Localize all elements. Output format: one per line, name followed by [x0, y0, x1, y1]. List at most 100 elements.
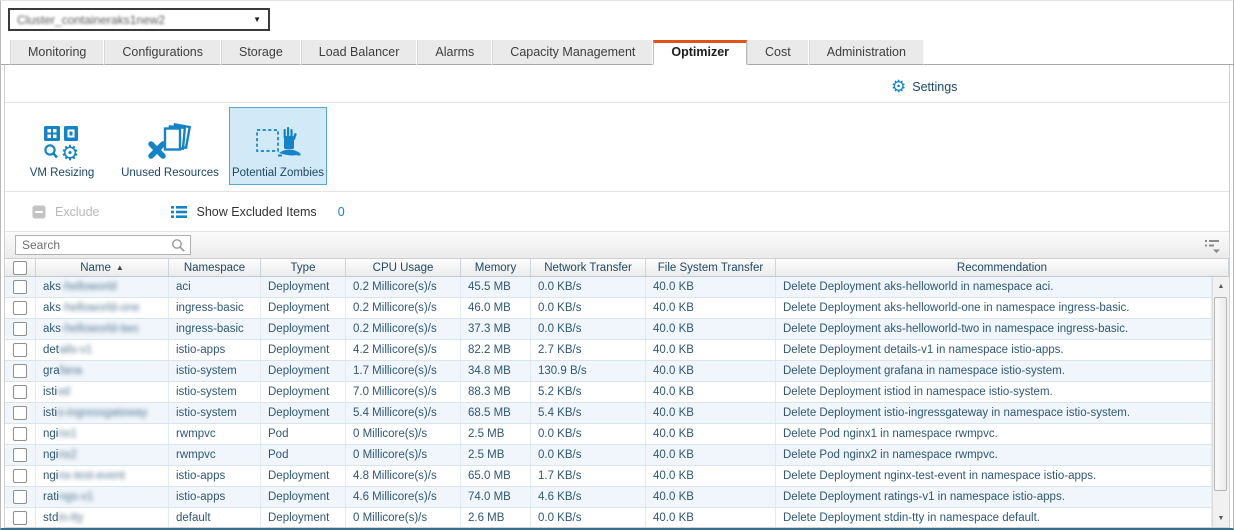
row-checkbox-cell: [5, 361, 36, 381]
row-checkbox[interactable]: [13, 448, 27, 462]
name-redacted-text: -helloworld-two: [61, 323, 138, 335]
cell-recommendation: Delete Deployment nginx-test-event in na…: [776, 466, 1212, 486]
name-redacted-text: ngs-v1: [59, 491, 94, 503]
row-checkbox[interactable]: [13, 490, 27, 504]
column-header-cpu-usage[interactable]: CPU Usage: [346, 259, 461, 276]
cell-network: 5.2 KB/s: [531, 382, 646, 402]
column-header-label: Name: [80, 262, 111, 274]
search-input[interactable]: [16, 236, 190, 254]
divider: [5, 102, 1229, 103]
cell-type: Pod: [261, 445, 346, 465]
scrollbar-thumb[interactable]: [1214, 297, 1227, 491]
vertical-scrollbar[interactable]: ▲ ▼: [1212, 277, 1229, 527]
table-row[interactable]: istiodistio-systemDeployment7.0 Millicor…: [5, 382, 1212, 403]
scroll-up-arrow[interactable]: ▲: [1213, 278, 1229, 294]
column-header-file-system-transfer[interactable]: File System Transfer: [646, 259, 776, 276]
select-all-checkbox-cell: [5, 259, 36, 276]
name-redacted-text: fana: [60, 365, 82, 377]
tab-storage[interactable]: Storage: [221, 40, 301, 65]
row-checkbox[interactable]: [13, 280, 27, 294]
search-icon[interactable]: [171, 238, 186, 253]
column-header-label: Namespace: [184, 262, 245, 274]
settings-button[interactable]: ⚙ Settings: [891, 78, 957, 95]
tab-load-balancer[interactable]: Load Balancer: [301, 40, 418, 65]
name-redacted-text: ails-v1: [59, 344, 92, 356]
table-row[interactable]: istio-ingressgatewayistio-systemDeployme…: [5, 403, 1212, 424]
table-row[interactable]: details-v1istio-appsDeployment4.2 Millic…: [5, 340, 1212, 361]
table-row[interactable]: nginx-test-eventistio-appsDeployment4.8 …: [5, 466, 1212, 487]
cell-type: Deployment: [261, 319, 346, 339]
cell-namespace: ingress-basic: [169, 298, 261, 318]
row-checkbox[interactable]: [13, 406, 27, 420]
row-checkbox[interactable]: [13, 343, 27, 357]
scroll-down-arrow[interactable]: ▼: [1213, 510, 1229, 526]
cell-cpu: 0 Millicore(s)/s: [346, 508, 461, 527]
cell-cpu: 0 Millicore(s)/s: [346, 424, 461, 444]
cell-name: grafana: [36, 361, 169, 381]
cell-fs: 40.0 KB: [646, 424, 776, 444]
cell-cpu: 4.2 Millicore(s)/s: [346, 340, 461, 360]
column-header-name[interactable]: Name ▲: [36, 259, 169, 276]
view-button-vm-resizing[interactable]: ⚙VM Resizing: [13, 107, 111, 185]
exclude-button[interactable]: Exclude: [32, 205, 99, 219]
tab-alarms[interactable]: Alarms: [417, 40, 492, 65]
table-row[interactable]: nginx1rwmpvcPod0 Millicore(s)/s2.5 MB0.0…: [5, 424, 1212, 445]
column-header-recommendation[interactable]: Recommendation: [776, 259, 1229, 276]
cell-namespace: istio-apps: [169, 466, 261, 486]
view-button-unused-resources[interactable]: Unused Resources: [121, 107, 219, 185]
table-row[interactable]: stdin-ttydefaultDeployment0 Millicore(s)…: [5, 508, 1212, 527]
select-all-checkbox[interactable]: [13, 261, 27, 275]
row-checkbox[interactable]: [13, 511, 27, 525]
column-header-type[interactable]: Type: [261, 259, 346, 276]
table-row[interactable]: nginx2rwmpvcPod0 Millicore(s)/s2.5 MB0.0…: [5, 445, 1212, 466]
cell-fs: 40.0 KB: [646, 403, 776, 423]
table-row[interactable]: grafanaistio-systemDeployment1.7 Millico…: [5, 361, 1212, 382]
show-excluded-items-button[interactable]: Show Excluded Items 0: [171, 205, 344, 219]
table-row[interactable]: aks-helloworldaciDeployment0.2 Millicore…: [5, 277, 1212, 298]
unused-resources-icon: [146, 121, 194, 167]
name-redacted-text: in-tty: [58, 512, 83, 524]
row-checkbox[interactable]: [13, 427, 27, 441]
table-row[interactable]: aks-helloworld-twoingress-basicDeploymen…: [5, 319, 1212, 340]
cell-memory: 2.6 MB: [461, 508, 531, 527]
row-checkbox[interactable]: [13, 301, 27, 315]
row-checkbox[interactable]: [13, 469, 27, 483]
column-header-label: CPU Usage: [373, 262, 434, 274]
cell-memory: 2.5 MB: [461, 424, 531, 444]
row-checkbox-cell: [5, 424, 36, 444]
row-checkbox[interactable]: [13, 364, 27, 378]
column-header-network-transfer[interactable]: Network Transfer: [531, 259, 646, 276]
tab-capacity-management[interactable]: Capacity Management: [492, 40, 653, 65]
cell-type: Deployment: [261, 340, 346, 360]
divider: [5, 191, 1229, 192]
view-button-potential-zombies[interactable]: Potential Zombies: [229, 107, 327, 185]
cell-cpu: 7.0 Millicore(s)/s: [346, 382, 461, 402]
cell-recommendation: Delete Deployment istiod in namespace is…: [776, 382, 1212, 402]
cell-namespace: aci: [169, 277, 261, 297]
tab-configurations[interactable]: Configurations: [104, 40, 221, 65]
cell-fs: 40.0 KB: [646, 319, 776, 339]
table-body: aks-helloworldaciDeployment0.2 Millicore…: [5, 277, 1212, 527]
column-header-memory[interactable]: Memory: [461, 259, 531, 276]
cell-memory: 65.0 MB: [461, 466, 531, 486]
tab-optimizer[interactable]: Optimizer: [653, 40, 747, 65]
tab-cost[interactable]: Cost: [747, 40, 809, 65]
table-row[interactable]: aks-helloworld-oneingress-basicDeploymen…: [5, 298, 1212, 319]
column-chooser-icon[interactable]: [1204, 239, 1221, 254]
column-header-namespace[interactable]: Namespace: [169, 259, 261, 276]
tab-monitoring[interactable]: Monitoring: [10, 40, 104, 65]
name-visible-text: rati: [43, 491, 59, 503]
cell-recommendation: Delete Deployment istio-ingressgateway i…: [776, 403, 1212, 423]
cell-cpu: 0.2 Millicore(s)/s: [346, 319, 461, 339]
row-checkbox[interactable]: [13, 322, 27, 336]
tab-administration[interactable]: Administration: [809, 40, 924, 65]
table-row[interactable]: ratings-v1istio-appsDeployment4.6 Millic…: [5, 487, 1212, 508]
cell-memory: 34.8 MB: [461, 361, 531, 381]
actions-row: Exclude Show Excluded Items 0: [5, 196, 1229, 228]
cell-recommendation: Delete Deployment aks-helloworld in name…: [776, 277, 1212, 297]
row-checkbox[interactable]: [13, 385, 27, 399]
cluster-selector[interactable]: Cluster_containeraks1new2 ▼: [8, 8, 270, 31]
cluster-selector-value: Cluster_containeraks1new2: [17, 13, 165, 27]
exclude-label: Exclude: [55, 205, 99, 219]
sort-ascending-icon: ▲: [116, 263, 124, 272]
